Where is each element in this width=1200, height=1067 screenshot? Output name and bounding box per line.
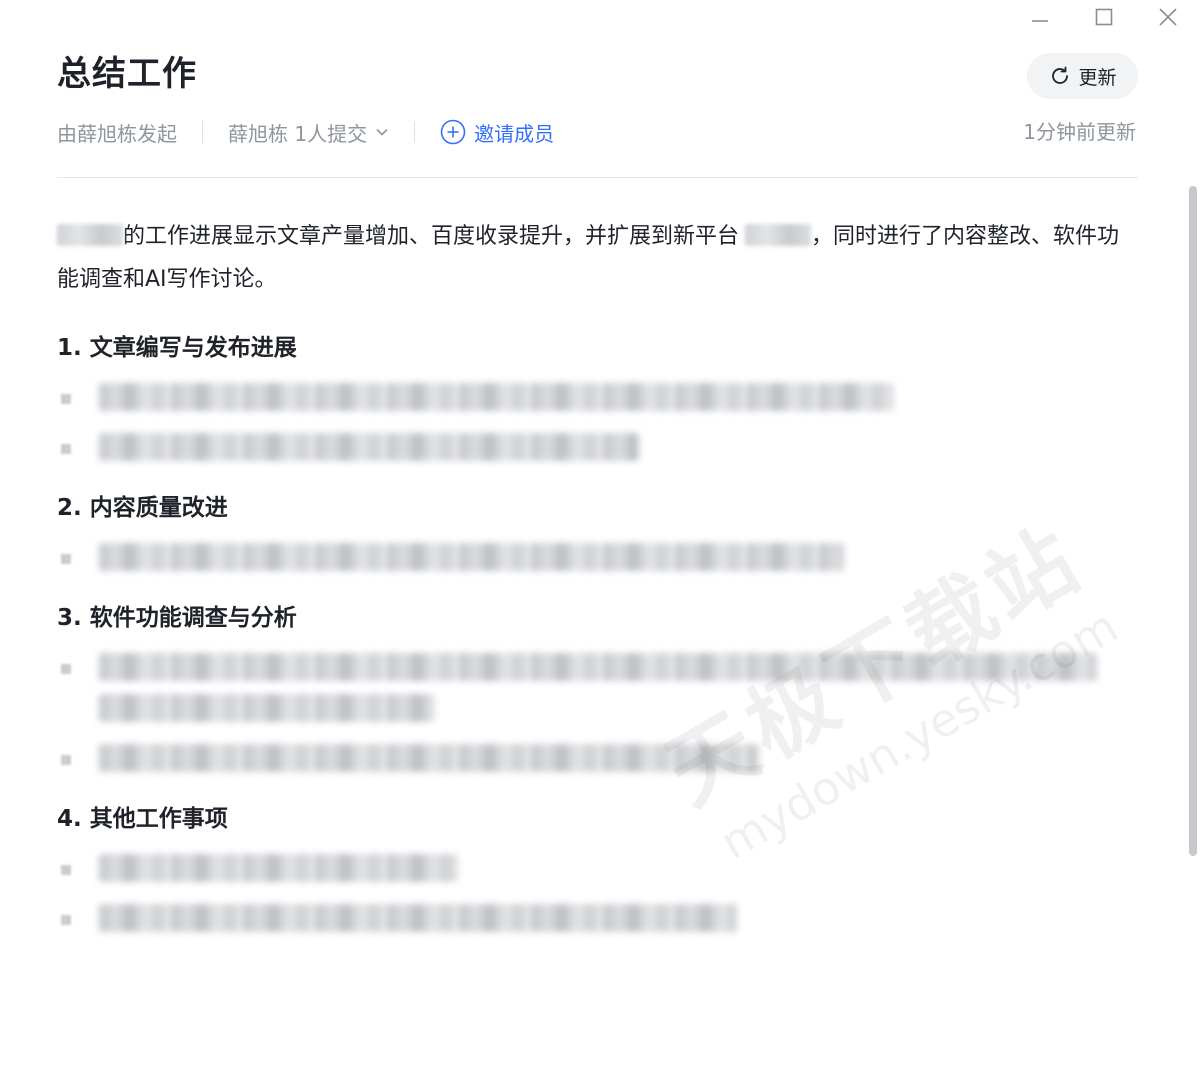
section-heading: 2. 内容质量改进 xyxy=(57,495,228,521)
bullet-marker xyxy=(61,755,71,765)
list-item xyxy=(57,543,1138,571)
section-heading: 1. 文章编写与发布进展 xyxy=(57,335,297,361)
section-software-survey: 3. 软件功能调查与分析 xyxy=(57,601,1138,772)
redacted-platform xyxy=(745,224,812,246)
list-item xyxy=(57,383,1138,411)
bullet-marker xyxy=(61,554,71,564)
list-item xyxy=(57,904,1138,932)
meta-divider xyxy=(414,121,416,143)
summary-content: 的工作进展显示文章产量增加、百度收录提升，并扩展到新平台 ，同时进行了内容整改、软… xyxy=(57,215,1138,954)
section-heading: 3. 软件功能调查与分析 xyxy=(57,605,297,631)
list-item xyxy=(57,744,1138,772)
updated-timestamp: 1分钟前更新 xyxy=(1023,120,1136,144)
redacted-text xyxy=(99,383,893,411)
minimize-button[interactable] xyxy=(1008,0,1072,34)
meta-bar: 由薛旭栋发起 薛旭栋 1人提交 邀请成员 xyxy=(57,116,554,148)
redacted-text xyxy=(99,653,1097,681)
bullet-marker xyxy=(61,394,71,404)
bullet-marker xyxy=(61,865,71,875)
refresh-button[interactable]: 更新 xyxy=(1027,53,1138,99)
scrollbar-thumb[interactable] xyxy=(1189,186,1197,856)
page-title: 总结工作 xyxy=(57,54,197,94)
meta-divider xyxy=(202,121,203,143)
summary-text-part1: 的工作进展显示文章产量增加、百度收录提升，并扩展到新平台 xyxy=(123,224,740,249)
refresh-icon xyxy=(1052,66,1069,84)
list-item xyxy=(57,854,1138,882)
section-heading: 4. 其他工作事项 xyxy=(57,806,228,832)
maximize-icon xyxy=(1095,8,1113,26)
invite-label: 邀请成员 xyxy=(474,121,555,146)
redacted-name xyxy=(57,224,123,246)
redacted-text xyxy=(99,433,639,461)
submitter-dropdown[interactable]: 薛旭栋 1人提交 xyxy=(228,118,389,147)
window-controls xyxy=(1008,0,1200,34)
maximize-button[interactable] xyxy=(1072,0,1136,34)
chevron-down-icon xyxy=(376,129,388,136)
section-other-work: 4. 其他工作事项 xyxy=(57,802,1138,932)
invite-members-button[interactable]: 邀请成员 xyxy=(440,118,554,147)
redacted-text xyxy=(99,854,459,882)
redacted-text xyxy=(99,543,844,571)
list-item xyxy=(57,433,1138,461)
bullet-marker xyxy=(61,664,71,674)
refresh-label: 更新 xyxy=(1078,66,1117,89)
close-button[interactable] xyxy=(1136,0,1200,34)
list-item xyxy=(57,653,1138,722)
redacted-text xyxy=(99,904,737,932)
submitter-text: 薛旭栋 1人提交 xyxy=(228,121,368,146)
minimize-icon xyxy=(1032,20,1048,22)
redacted-text xyxy=(99,744,759,772)
section-article-progress: 1. 文章编写与发布进展 xyxy=(57,331,1138,461)
close-icon xyxy=(1159,8,1177,26)
header-divider xyxy=(57,177,1138,178)
bullet-marker xyxy=(61,915,71,925)
initiator-text: 由薛旭栋发起 xyxy=(57,121,177,146)
bullet-marker xyxy=(61,444,71,454)
summary-paragraph: 的工作进展显示文章产量增加、百度收录提升，并扩展到新平台 ，同时进行了内容整改、软… xyxy=(57,215,1138,301)
section-content-quality: 2. 内容质量改进 xyxy=(57,491,1138,571)
redacted-text xyxy=(99,694,435,722)
plus-circle-icon xyxy=(440,119,466,145)
